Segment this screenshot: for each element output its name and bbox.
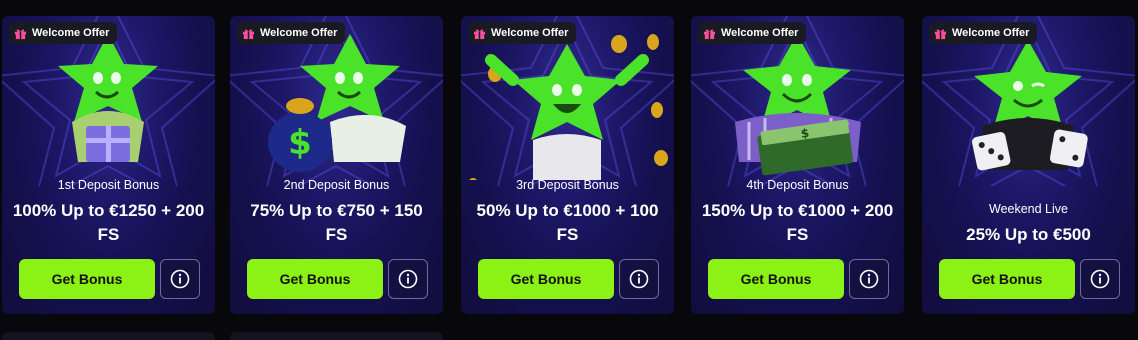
offer-title: 100% Up to €1250 + 200 FS [12,201,205,244]
offer-card: Welcome Offer $ 4th Deposit Bonus 150% U… [691,16,904,314]
offer-subtitle: 4th Deposit Bonus [746,178,849,192]
bonus-offers-grid: Welcome Offer 1st Deposit Bonus 100% Up … [0,0,1138,340]
offer-card-next-row [2,332,215,340]
badge-label: Welcome Offer [952,27,1030,39]
offer-subtitle: 2nd Deposit Bonus [283,178,390,192]
offer-card: Welcome Offer 1st Deposit Bonus 100% Up … [2,16,215,314]
info-button[interactable] [388,259,428,299]
gift-icon [242,28,255,39]
get-bonus-button[interactable]: Get Bonus [939,259,1075,299]
offer-title: 150% Up to €1000 + 200 FS [701,201,894,244]
welcome-offer-badge: Welcome Offer [929,22,1038,44]
offer-subtitle: 3rd Deposit Bonus [516,178,619,192]
star-mascot-coins-image [469,34,668,180]
info-icon [398,269,418,289]
gift-icon [703,28,716,39]
gift-icon [934,28,947,39]
info-button[interactable] [849,259,889,299]
offer-title: 25% Up to €500 [966,225,1091,244]
offer-title: 50% Up to €1000 + 100 FS [476,201,659,244]
get-bonus-button[interactable]: Get Bonus [478,259,614,299]
welcome-offer-badge: Welcome Offer [468,22,577,44]
svg-text:$: $ [288,123,312,163]
welcome-offer-badge: Welcome Offer [698,22,807,44]
offer-card-next-row [230,332,443,340]
offer-subtitle: Weekend Live [989,202,1068,216]
offer-subtitle: 1st Deposit Bonus [57,178,160,192]
info-button[interactable] [1080,259,1120,299]
badge-label: Welcome Offer [491,27,569,39]
gift-icon [473,28,486,39]
info-button[interactable] [160,259,200,299]
info-button[interactable] [619,259,659,299]
star-mascot-gift-image [58,34,158,162]
star-mascot-money-bag-image: $ [268,34,406,172]
info-icon [859,269,879,289]
gift-icon [14,28,27,39]
get-bonus-button[interactable]: Get Bonus [19,259,155,299]
star-mascot-cash-stack-image: $ [735,34,861,176]
badge-label: Welcome Offer [721,27,799,39]
get-bonus-button[interactable]: Get Bonus [247,259,383,299]
get-bonus-button[interactable]: Get Bonus [708,259,844,299]
welcome-offer-badge: Welcome Offer [237,22,346,44]
star-mascot-dice-image [971,40,1088,171]
welcome-offer-badge: Welcome Offer [9,22,118,44]
offer-card: Welcome Offer $ 2nd Deposit Bonus 75% Up… [230,16,443,314]
info-icon [629,269,649,289]
info-icon [170,269,190,289]
badge-label: Welcome Offer [260,27,338,39]
info-icon [1090,269,1110,289]
badge-label: Welcome Offer [32,27,110,39]
offer-card: Welcome Offer 3rd Deposit Bonus 50% Up t… [461,16,674,314]
offer-card: Welcome Offer Weekend Live 25% Up to €50… [922,16,1135,314]
offer-title: 75% Up to €750 + 150 FS [250,201,423,244]
